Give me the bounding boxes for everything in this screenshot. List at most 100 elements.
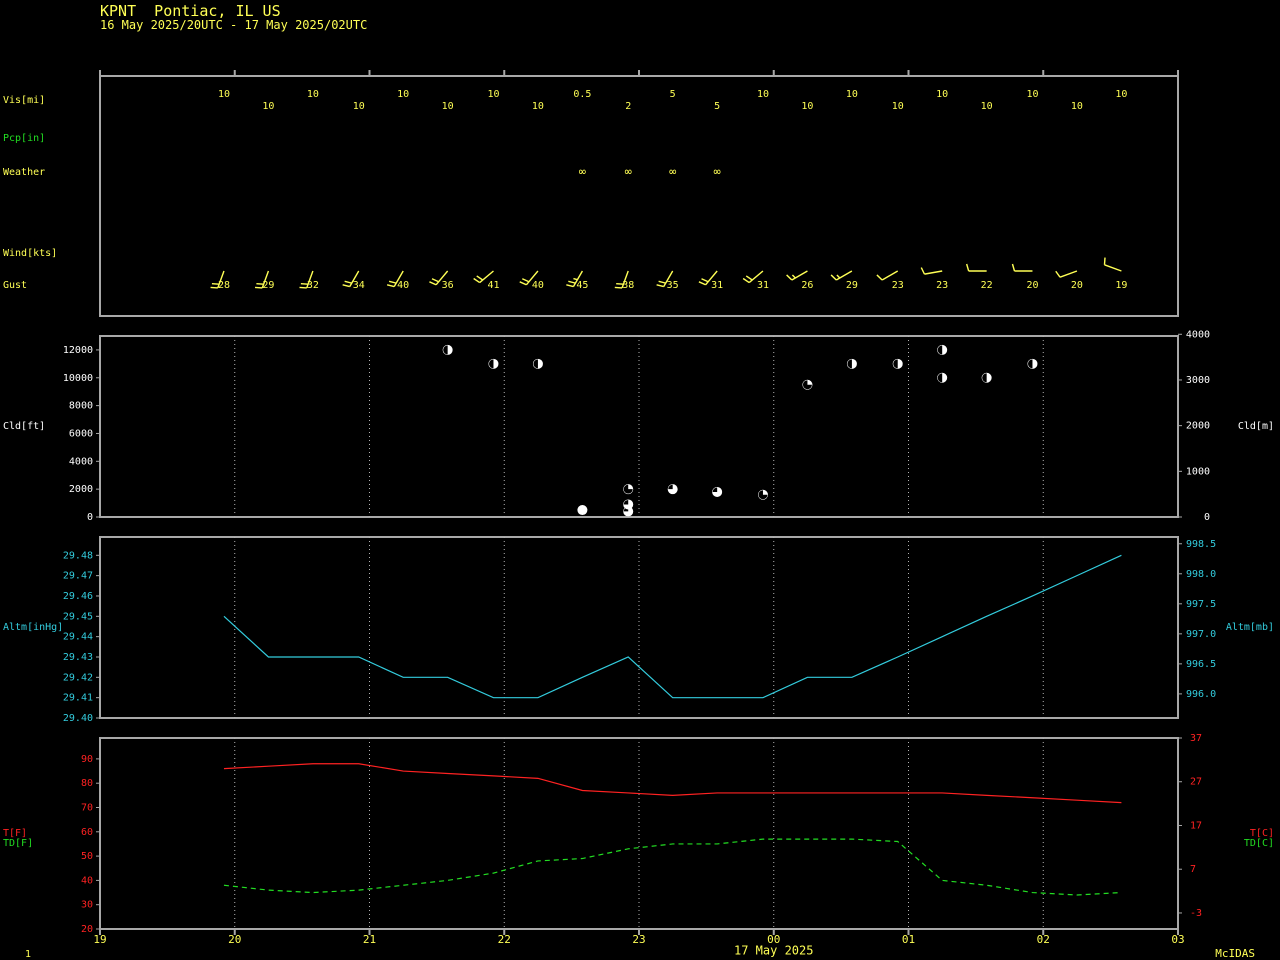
cloud-ft-tick-label: 2000 xyxy=(69,484,93,495)
gust-value: 40 xyxy=(532,280,544,291)
wind-barb-flag xyxy=(786,274,793,281)
td-f-label: TD[F] xyxy=(3,838,33,849)
x-axis-tick-label: 02 xyxy=(1037,933,1050,946)
gust-value: 26 xyxy=(801,280,813,291)
temperature-f-tick-label: 90 xyxy=(81,754,93,765)
visibility-value: 10 xyxy=(307,89,319,100)
altimeter-panel-frame xyxy=(99,536,1179,719)
temperature-c-tick-label: 17 xyxy=(1190,820,1202,831)
gust-value: 20 xyxy=(1071,280,1083,291)
wind-barb-shaft xyxy=(1059,270,1078,278)
wind-barb-half-flag xyxy=(573,277,578,281)
visibility-value: 10 xyxy=(218,89,230,100)
wind-barb-flag xyxy=(568,280,576,284)
gust-value: 35 xyxy=(667,280,679,291)
cld-m-label: Cld[m] xyxy=(1238,421,1274,432)
wind-barb-flag xyxy=(476,275,484,281)
visibility-value: 10 xyxy=(532,101,544,112)
gust-value: 45 xyxy=(576,280,588,291)
temperature-f-tick-label: 50 xyxy=(81,851,93,862)
weather-symbol: ∞ xyxy=(579,165,586,179)
x-axis-tick-label: 23 xyxy=(632,933,645,946)
wind-barb-flag xyxy=(388,280,397,284)
visibility-value: 10 xyxy=(1115,89,1127,100)
gust-value: 31 xyxy=(711,280,723,291)
temperature-c-tick-label: -3 xyxy=(1190,908,1202,919)
footer-page-number: 1 xyxy=(25,949,31,960)
visibility-value: 10 xyxy=(353,101,365,112)
gust-value: 29 xyxy=(846,280,858,291)
x-axis-tick-label: 22 xyxy=(498,933,511,946)
cloud-cover-clear-part xyxy=(623,499,629,505)
visibility-value: 0.5 xyxy=(573,89,591,100)
x-axis-tick-label: 20 xyxy=(228,933,241,946)
temperature-c-tick-label: 37 xyxy=(1190,733,1202,744)
altimeter-mb-tick-label: 997.5 xyxy=(1186,599,1216,610)
temperature-f-tick-label: 40 xyxy=(81,875,93,886)
visibility-value: 10 xyxy=(801,101,813,112)
dewpoint-line xyxy=(223,838,1122,896)
weather-symbol: ∞ xyxy=(714,165,721,179)
cloud-m-tick-label: 0 xyxy=(1204,512,1210,523)
altimeter-inhg-tick-label: 29.46 xyxy=(63,591,93,602)
weather-label: Weather xyxy=(3,167,45,178)
temperature-c-tick-label: 27 xyxy=(1190,777,1202,788)
gust-value: 36 xyxy=(442,280,454,291)
cloud-ft-tick-label: 12000 xyxy=(63,345,93,356)
wind-barb-flag xyxy=(1011,263,1016,272)
altimeter-inhg-tick-label: 29.41 xyxy=(63,693,93,704)
wind-barb-shaft xyxy=(835,270,853,281)
wind-barb-flag xyxy=(614,286,623,289)
cld-ft-label: Cld[ft] xyxy=(3,421,45,432)
vis-label: Vis[mi] xyxy=(3,95,45,106)
x-axis-tick-label: 19 xyxy=(93,933,106,946)
weather-symbol: ∞ xyxy=(625,165,632,179)
cloud-ft-tick-label: 10000 xyxy=(63,373,93,384)
visibility-value: 10 xyxy=(757,89,769,100)
visibility-value: 10 xyxy=(892,101,904,112)
temperature-f-tick-label: 20 xyxy=(81,924,93,935)
temperature-f-tick-label: 70 xyxy=(81,802,93,813)
temperature-f-tick-label: 60 xyxy=(81,827,93,838)
gust-value: 20 xyxy=(1026,280,1038,291)
x-axis-tick-label: 21 xyxy=(363,933,376,946)
wind-barb-flag xyxy=(1055,270,1061,278)
wind-barb-shaft xyxy=(791,270,808,281)
cloud-cover-clear-part xyxy=(712,487,718,492)
wind-barb-flag xyxy=(656,284,664,288)
temperature-line xyxy=(223,763,1122,804)
wind-barb-flag xyxy=(344,280,352,284)
x-axis-tick-label: 03 xyxy=(1171,933,1184,946)
wind-barb-flag xyxy=(431,278,439,283)
gust-value: 22 xyxy=(981,280,993,291)
footer-date: 17 May 2025 xyxy=(734,944,813,958)
visibility-value: 10 xyxy=(1071,101,1083,112)
gust-value: 31 xyxy=(757,280,769,291)
wind-barb-flag xyxy=(742,277,750,284)
cloud-ft-tick-label: 6000 xyxy=(69,428,93,439)
cloud-m-tick-label: 4000 xyxy=(1186,329,1210,340)
wind-barb-flag xyxy=(211,282,220,285)
weather-symbol: ∞ xyxy=(669,165,676,179)
visibility-value: 2 xyxy=(625,101,631,112)
wind-barb-flag xyxy=(658,280,666,284)
visibility-value: 10 xyxy=(936,89,948,100)
wind-barb-flag xyxy=(965,263,970,272)
gust-value: 34 xyxy=(353,280,365,291)
altm-mb-label: Altm[mb] xyxy=(1226,622,1274,633)
altm-inhg-label: Altm[inHg] xyxy=(3,622,63,633)
gust-value: 23 xyxy=(936,280,948,291)
cloud-cover-symbol xyxy=(577,505,588,516)
visibility-value: 10 xyxy=(262,101,274,112)
altimeter-mb-tick-label: 997.0 xyxy=(1186,629,1216,640)
wind-barb-flag xyxy=(566,284,574,288)
wind-barb-shaft xyxy=(1104,264,1122,272)
gust-value: 41 xyxy=(487,280,499,291)
wind-barb-flag xyxy=(254,286,263,289)
altimeter-mb-tick-label: 998.0 xyxy=(1186,569,1216,580)
wind-barb-half-flag xyxy=(836,274,841,279)
visibility-value: 10 xyxy=(442,101,454,112)
wind-barb-shaft xyxy=(924,270,943,275)
gust-value: 23 xyxy=(892,280,904,291)
wind-barb-flag xyxy=(830,274,837,281)
